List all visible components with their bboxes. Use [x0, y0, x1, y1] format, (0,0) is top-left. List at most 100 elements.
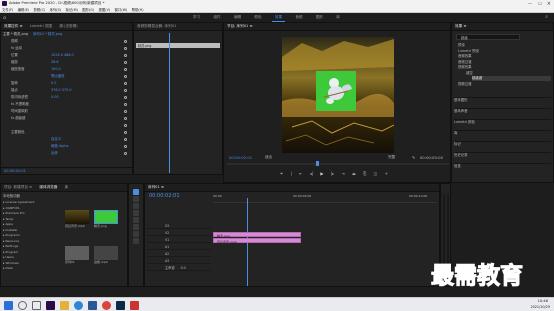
keyframe-toggle-icon[interactable] — [124, 117, 127, 120]
keyframe-toggle-icon[interactable] — [124, 103, 127, 106]
menu-edit[interactable]: 编辑(E) — [18, 8, 30, 12]
effects-panel-section[interactable]: 基本声音 — [454, 108, 551, 113]
tab-effect-controls[interactable]: 效果控件 ≡ — [1, 23, 26, 30]
workspace-effects[interactable]: 效果 — [271, 14, 286, 22]
media-item-frame[interactable]: 边框.mp4 — [94, 246, 118, 272]
track-header[interactable]: V2 — [147, 231, 211, 236]
program-scrubber[interactable] — [227, 161, 449, 166]
explorer-taskbar-icon[interactable] — [60, 301, 69, 310]
step-forward-icon[interactable]: |▸ — [331, 171, 334, 176]
effect-control-row[interactable]: 旋转 0.0 — [3, 81, 130, 86]
track-header[interactable]: A2 — [147, 252, 211, 257]
chrome-taskbar-icon[interactable] — [102, 301, 111, 310]
effect-control-value[interactable]: 反转 — [51, 151, 58, 156]
effect-control-value[interactable]: 阈值 Alpha — [51, 144, 69, 149]
master-volume-value[interactable]: 0.0 — [181, 266, 186, 270]
effects-tree-item[interactable]: 音频过渡 — [458, 60, 551, 65]
effect-control-row[interactable]: 位置 1024.0 486.0 — [3, 53, 130, 58]
effect-control-row[interactable]: 时间重映射 — [3, 109, 130, 114]
effect-control-row[interactable]: 自定义 — [3, 137, 130, 142]
windows-start-icon[interactable] — [4, 301, 13, 310]
premiere-taskbar-icon[interactable] — [46, 301, 55, 310]
taskbar-date[interactable]: 2021/10/29 — [530, 305, 550, 309]
keyframe-toggle-icon[interactable] — [124, 152, 127, 155]
track-header[interactable]: 主声道 0.0 — [147, 266, 211, 271]
effect-control-row[interactable] — [3, 123, 130, 128]
effects-tree-item[interactable]: 视频效果 — [458, 65, 551, 70]
play-icon[interactable]: ▶ — [320, 171, 323, 176]
media-item-neon[interactable]: 霓虹背景.mp4 — [65, 210, 89, 236]
tab-media-browser[interactable]: 媒体浏览器 — [36, 184, 60, 191]
effect-control-row[interactable]: 主要颜色 — [3, 130, 130, 135]
effect-control-value[interactable]: 自定义 — [51, 137, 61, 142]
razor-tool-icon[interactable] — [133, 210, 139, 216]
tab-sequence[interactable]: 序列01 ≡ — [145, 184, 167, 191]
effect-control-row[interactable]: 锚点 376.0 375.0 — [3, 88, 130, 93]
effects-tree-item[interactable]: 音频效果 — [458, 54, 551, 59]
quality-dropdown[interactable]: 完整 — [388, 155, 395, 160]
hand-tool-icon[interactable] — [133, 231, 139, 237]
keyframe-toggle-icon[interactable] — [124, 131, 127, 134]
edge-taskbar-icon[interactable] — [74, 301, 83, 310]
effect-control-value[interactable]: 0.0 — [51, 81, 56, 86]
workspace-graphics[interactable]: 图形 — [313, 14, 326, 21]
close-button[interactable]: × — [547, 1, 551, 7]
effect-control-row[interactable]: 缩放 28.6 — [3, 60, 130, 65]
effects-tree-item[interactable]: 视频过渡 — [458, 82, 551, 87]
tab-audio-clip-mixer[interactable]: 音频剪辑混合器: 序列01 — [134, 23, 179, 30]
go-to-in-icon[interactable]: ⇤ — [299, 171, 302, 176]
effect-control-row[interactable]: 缩放宽度 100.0 — [3, 67, 130, 72]
effects-search-field[interactable]: 超级 — [456, 34, 520, 40]
effects-panel-section[interactable]: Lumetri 颜色 — [454, 119, 551, 124]
tab-lumetri-scopes[interactable]: Lumetri 范围 — [27, 23, 55, 30]
keyframe-toggle-icon[interactable] — [124, 96, 127, 99]
workspace-libraries[interactable]: 库 — [333, 14, 343, 21]
ripple-edit-tool-icon[interactable] — [133, 203, 139, 209]
track-header[interactable]: A1 — [147, 245, 211, 250]
effect-control-row[interactable]: fx 超级键 — [3, 116, 130, 121]
word-taskbar-icon[interactable] — [88, 301, 97, 310]
keyframe-toggle-icon[interactable] — [124, 75, 127, 78]
effect-control-value[interactable]: 等比缩放 — [51, 74, 65, 79]
track-header[interactable]: A3 — [147, 259, 211, 264]
effect-control-row[interactable]: fx 不透明度 — [3, 102, 130, 107]
pen-tool-icon[interactable] — [133, 224, 139, 230]
effects-tree-item[interactable]: 预设 — [458, 43, 551, 48]
keyframe-toggle-icon[interactable] — [124, 61, 127, 64]
wrench-icon[interactable]: ✎ — [412, 155, 415, 160]
workspace-learning[interactable]: 学习 — [190, 14, 203, 21]
slip-tool-icon[interactable] — [133, 217, 139, 223]
tab-program-monitor[interactable]: 节目: 序列01 ≡ — [224, 23, 255, 30]
effect-control-value[interactable]: 376.0 375.0 — [51, 88, 72, 93]
media-path-label[interactable]: 本地驱动器 — [3, 194, 20, 198]
go-to-out-icon[interactable]: ⇥ — [341, 171, 344, 176]
mark-out-icon[interactable]: | — [290, 171, 291, 176]
maximize-button[interactable]: ☐ — [538, 1, 542, 6]
effect-control-value[interactable]: 0.00 — [51, 95, 59, 100]
effect-control-row[interactable]: 防闪烁滤镜 0.00 — [3, 95, 130, 100]
effects-tree-item[interactable]: 超级键 — [472, 76, 551, 81]
effects-tree-item[interactable]: 键控 — [466, 71, 551, 76]
active-clip-label[interactable]: 序列01 * 精灵.png — [33, 32, 62, 36]
menu-sequence[interactable]: 序列(S) — [50, 8, 62, 12]
tab-libraries[interactable]: 库 — [62, 184, 72, 191]
track-header[interactable]: V3 — [147, 224, 211, 229]
effects-panel-section[interactable]: 库 — [454, 130, 551, 135]
mark-in-icon[interactable]: ⏷ — [280, 171, 283, 176]
menu-graphics[interactable]: 图形(G) — [82, 8, 94, 12]
keyframe-toggle-icon[interactable] — [124, 54, 127, 57]
effect-control-value[interactable]: 28.6 — [51, 60, 59, 65]
step-back-icon[interactable]: ◂| — [310, 171, 313, 176]
app-taskbar-icon[interactable] — [130, 301, 139, 310]
effect-control-row[interactable]: 反转 — [3, 151, 130, 156]
minimize-button[interactable]: — — [528, 1, 532, 6]
taskbar-time[interactable]: 10:46 — [538, 299, 548, 303]
master-clip-label[interactable]: 主要 * 精灵.png — [3, 32, 28, 36]
home-icon[interactable]: ⌂ — [3, 15, 6, 21]
type-tool-icon[interactable] — [133, 238, 139, 244]
ec-clip-bar[interactable]: 精灵.png — [136, 43, 220, 48]
fit-dropdown[interactable]: 适合 — [265, 155, 272, 160]
menu-file[interactable]: 文件(F) — [2, 8, 13, 12]
effects-panel-section[interactable]: 基本图形 — [454, 97, 551, 102]
photoshop-taskbar-icon[interactable] — [116, 301, 125, 310]
